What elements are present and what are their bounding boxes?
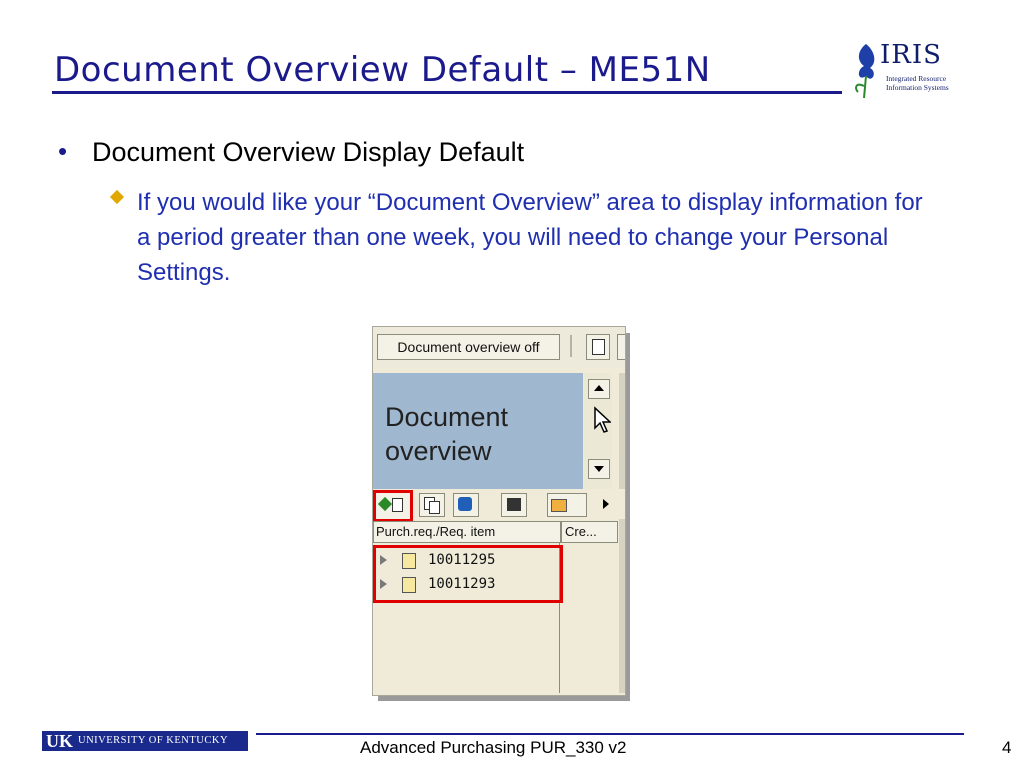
selection-variant-button[interactable] (373, 490, 413, 522)
title-underline (52, 91, 842, 94)
expand-arrow-icon[interactable] (380, 579, 387, 589)
new-document-icon[interactable] (586, 334, 610, 360)
list-icon (392, 498, 403, 512)
document-overview-panel: Document overview (373, 373, 583, 493)
more-arrow-icon[interactable] (603, 499, 609, 509)
layout-icon[interactable] (547, 493, 587, 517)
iris-flower-icon (855, 44, 875, 99)
uk-logo-mark: UK (46, 731, 73, 751)
copy-icon[interactable] (419, 493, 445, 517)
overview-toolbar (373, 489, 625, 522)
truncated-button[interactable] (617, 334, 625, 360)
scroll-up-button[interactable] (588, 379, 610, 399)
logo-subtitle: Integrated Resource Information Systems (886, 74, 949, 92)
logo-wordmark: IRIS (880, 40, 942, 70)
scroll-down-button[interactable] (588, 459, 610, 479)
highlighted-list: 10011295 10011293 (373, 545, 563, 603)
diamond-bullet-icon (109, 189, 125, 205)
bullet-dot-icon: • (58, 136, 68, 166)
toolbar-separator (570, 335, 572, 357)
find-icon[interactable] (501, 493, 527, 517)
panel-title: Document overview (385, 402, 509, 466)
expand-arrow-icon[interactable] (380, 555, 387, 565)
slide-title: Document Overview Default – ME51N (54, 50, 711, 90)
sap-toolbar: Document overview off (373, 327, 625, 367)
document-icon (402, 577, 416, 593)
column-header-purch-req[interactable]: Purch.req./Req. item (373, 521, 561, 543)
requisition-number: 10011295 (428, 552, 496, 568)
sap-screenshot: Document overview off Document overview P… (372, 326, 626, 696)
list-item[interactable]: 10011293 (380, 574, 550, 596)
arrow-up-icon (594, 385, 604, 391)
arrow-down-icon (594, 466, 604, 472)
list-item[interactable]: 10011295 (380, 550, 550, 572)
variant-select-icon (377, 496, 393, 512)
page-number: 4 (1002, 738, 1012, 757)
column-header-created[interactable]: Cre... (561, 521, 618, 543)
document-overview-off-button[interactable]: Document overview off (377, 334, 560, 360)
footer-rule (256, 733, 964, 735)
bullet-level2-text: If you would like your “Document Overvie… (137, 189, 923, 286)
uk-logo: UK UNIVERSITY OF KENTUCKY (42, 731, 248, 751)
document-icon (402, 553, 416, 569)
iris-logo: IRIS Integrated Resource Information Sys… (850, 38, 960, 104)
mouse-cursor-icon (594, 406, 611, 433)
bullet-level1-text: Document Overview Display Default (92, 137, 525, 167)
refresh-icon[interactable] (453, 493, 479, 517)
requisition-number: 10011293 (428, 576, 496, 592)
table-header: Purch.req./Req. item Cre... (373, 521, 625, 543)
uk-logo-text: UNIVERSITY OF KENTUCKY (78, 735, 229, 746)
footer-course: Advanced Purchasing PUR_330 v2 (360, 738, 627, 757)
vertical-scrollbar[interactable] (584, 373, 612, 493)
